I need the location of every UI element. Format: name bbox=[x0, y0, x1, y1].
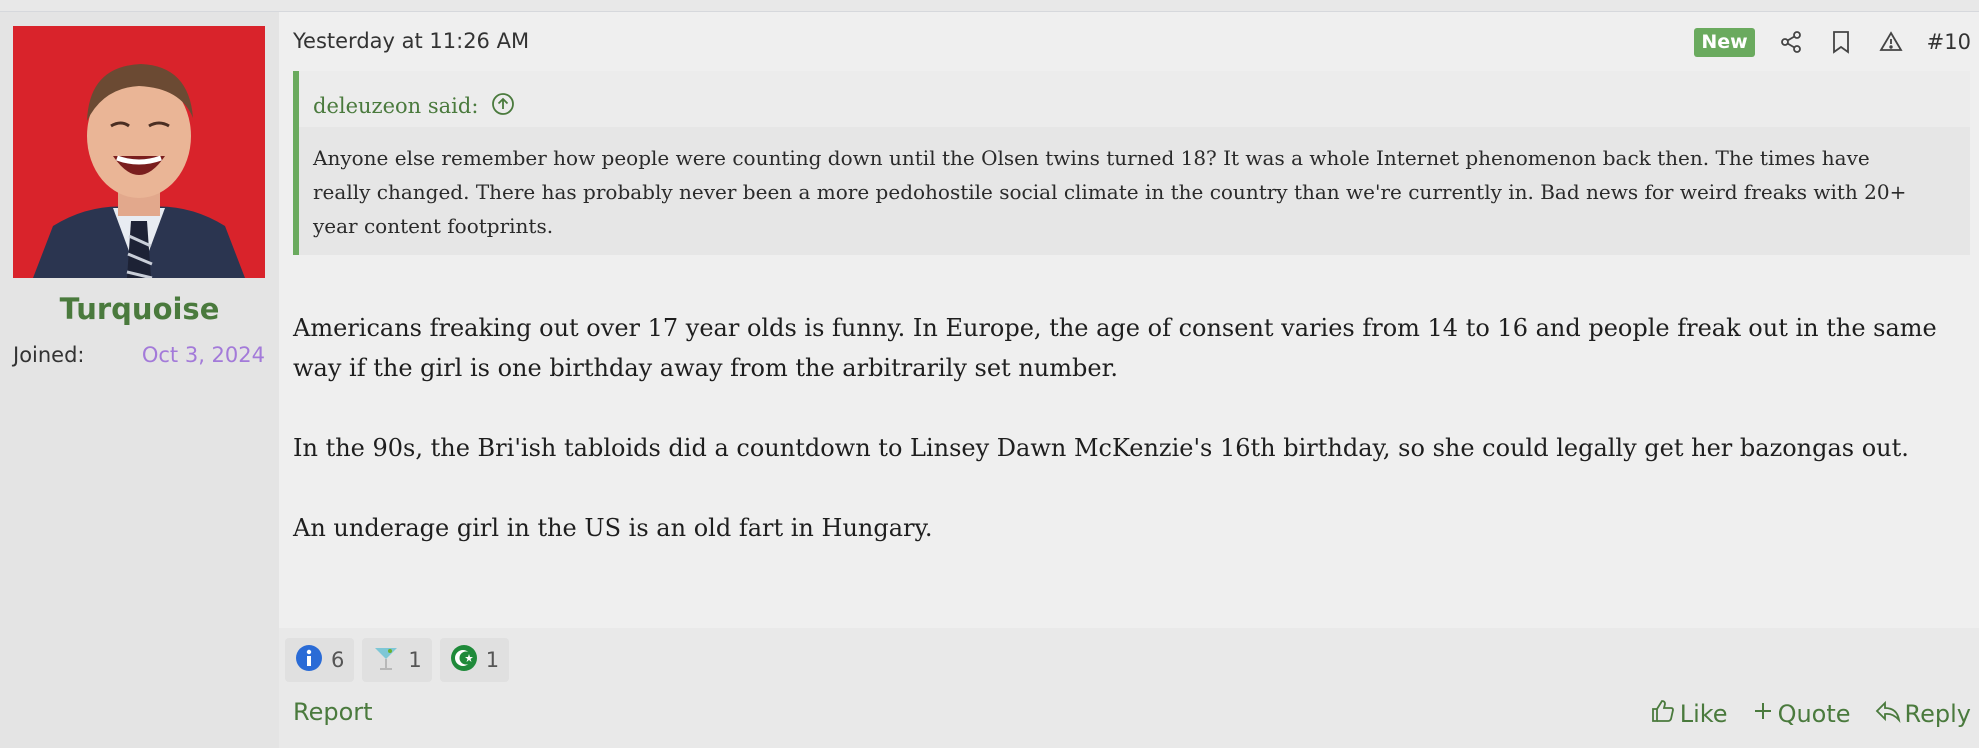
username[interactable]: Turquoise bbox=[0, 292, 279, 326]
quote-header[interactable]: deleuzeon said: bbox=[299, 71, 1970, 127]
post-timestamp[interactable]: Yesterday at 11:26 AM bbox=[293, 29, 529, 53]
plus-icon bbox=[1752, 700, 1774, 728]
post-content: Yesterday at 11:26 AM New #10 deleuzeon … bbox=[279, 12, 1979, 628]
post-number[interactable]: #10 bbox=[1927, 30, 1971, 54]
like-label: Like bbox=[1679, 700, 1728, 728]
reaction-cocktail[interactable]: 1 bbox=[362, 638, 432, 682]
share-icon[interactable] bbox=[1777, 28, 1805, 56]
reactions-bar: 6 1 1 bbox=[285, 638, 510, 682]
post-paragraph: Americans freaking out over 17 year olds… bbox=[293, 314, 1937, 382]
joined-date: Oct 3, 2024 bbox=[141, 343, 265, 367]
post-paragraph: An underage girl in the US is an old far… bbox=[293, 514, 933, 542]
post-actions: New #10 bbox=[1694, 26, 1971, 58]
quote-text: Anyone else remember how people were cou… bbox=[299, 127, 1970, 255]
reply-button[interactable]: Reply bbox=[1875, 698, 1971, 730]
quote-label: Quote bbox=[1777, 700, 1851, 728]
thumbs-up-icon bbox=[1650, 698, 1676, 730]
info-icon bbox=[295, 644, 323, 677]
cocktail-icon bbox=[372, 644, 400, 677]
arrow-up-circle-icon[interactable] bbox=[490, 91, 516, 122]
new-badge: New bbox=[1694, 27, 1755, 57]
user-sidebar: Turquoise Joined: Oct 3, 2024 bbox=[0, 12, 279, 748]
post-footer-actions: Like Quote Reply bbox=[1650, 698, 1971, 730]
forum-post: Turquoise Joined: Oct 3, 2024 Yesterday … bbox=[0, 12, 1979, 748]
avatar[interactable] bbox=[13, 26, 265, 278]
quote-button[interactable]: Quote bbox=[1752, 698, 1851, 730]
post-paragraph: In the 90s, the Bri'ish tabloids did a c… bbox=[293, 434, 1909, 462]
quote-author[interactable]: deleuzeon said: bbox=[313, 94, 478, 118]
star-crescent-icon bbox=[450, 644, 478, 677]
reply-icon bbox=[1875, 699, 1901, 729]
like-button[interactable]: Like bbox=[1650, 698, 1728, 730]
post-body: Americans freaking out over 17 year olds… bbox=[293, 308, 1963, 588]
reaction-count: 1 bbox=[485, 648, 500, 672]
reaction-star-crescent[interactable]: 1 bbox=[439, 638, 510, 682]
report-link[interactable]: Report bbox=[293, 698, 373, 726]
reaction-count: 1 bbox=[408, 648, 422, 672]
reply-label: Reply bbox=[1904, 700, 1971, 728]
bookmark-icon[interactable] bbox=[1827, 28, 1855, 56]
quote-block: deleuzeon said: Anyone else remember how… bbox=[293, 71, 1970, 255]
reaction-count: 6 bbox=[331, 648, 345, 672]
reaction-info[interactable]: 6 bbox=[285, 638, 355, 682]
warning-icon[interactable] bbox=[1877, 28, 1905, 56]
joined-label: Joined: bbox=[13, 343, 85, 367]
top-divider bbox=[0, 0, 1979, 12]
